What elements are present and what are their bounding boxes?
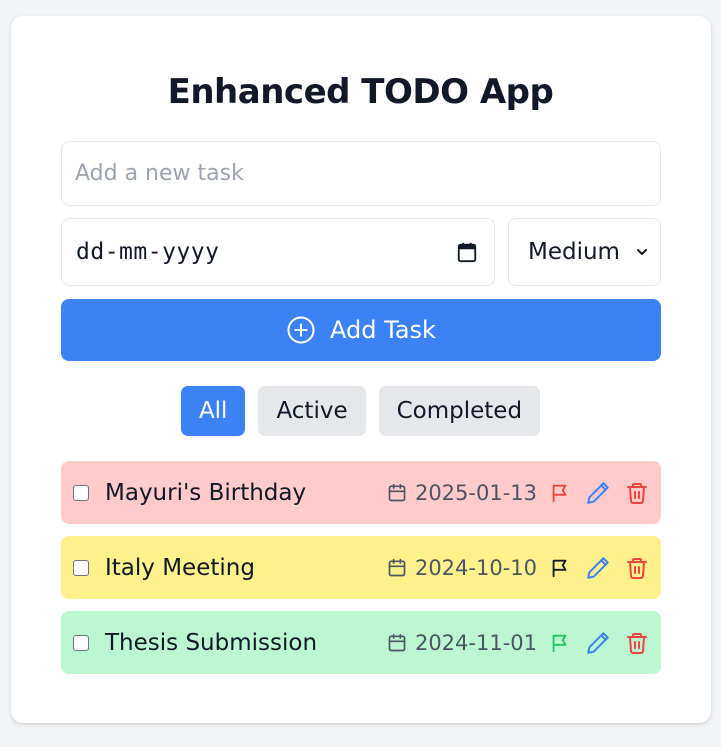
trash-icon[interactable]: [625, 480, 649, 506]
calendar-icon: [387, 633, 407, 653]
pencil-icon[interactable]: [585, 555, 611, 581]
task-actions: [549, 630, 649, 656]
date-placeholder: dd-mm-yyyy: [76, 239, 220, 265]
filter-all-button[interactable]: All: [180, 386, 246, 436]
filter-completed-button[interactable]: Completed: [378, 386, 541, 436]
filter-active-button[interactable]: Active: [258, 386, 366, 436]
trash-icon[interactable]: [625, 555, 649, 581]
plus-circle-icon: [286, 315, 316, 345]
add-task-label: Add Task: [330, 316, 436, 344]
flag-icon[interactable]: [549, 632, 571, 654]
flag-icon[interactable]: [549, 482, 571, 504]
task-date-text: 2024-10-10: [414, 555, 537, 580]
task-title: Italy Meeting: [105, 554, 255, 581]
calendar-icon[interactable]: [456, 241, 478, 263]
page-title: Enhanced TODO App: [167, 72, 554, 112]
task-item: Mayuri's Birthday 2025-01-13: [61, 461, 661, 524]
task-date-text: 2024-11-01: [414, 630, 537, 655]
add-task-button[interactable]: Add Task: [61, 299, 661, 361]
calendar-icon: [387, 483, 407, 503]
task-title: Thesis Submission: [105, 629, 318, 656]
task-date-text: 2025-01-13: [414, 480, 537, 505]
task-item: Italy Meeting 2024-10-10: [61, 536, 661, 599]
chevron-down-icon: [634, 244, 650, 260]
task-actions: [549, 555, 649, 581]
task-checkbox[interactable]: [73, 634, 89, 651]
pencil-icon[interactable]: [585, 480, 611, 506]
new-task-input[interactable]: [61, 141, 661, 206]
task-item: Thesis Submission 2024-11-01: [61, 611, 661, 674]
task-checkbox[interactable]: [73, 559, 89, 576]
task-due-date: 2025-01-13: [387, 481, 537, 505]
task-checkbox[interactable]: [73, 484, 89, 501]
filter-bar: All Active Completed: [0, 386, 721, 436]
trash-icon[interactable]: [625, 630, 649, 656]
priority-selected-value: Medium: [528, 239, 620, 265]
flag-icon[interactable]: [549, 557, 571, 579]
task-due-date: 2024-11-01: [387, 631, 537, 655]
priority-select[interactable]: Medium: [508, 218, 661, 286]
calendar-icon: [387, 558, 407, 578]
pencil-icon[interactable]: [585, 630, 611, 656]
task-title: Mayuri's Birthday: [105, 479, 307, 506]
task-due-date: 2024-10-10: [387, 556, 537, 580]
task-actions: [549, 480, 649, 506]
due-date-input[interactable]: dd-mm-yyyy: [61, 218, 495, 286]
